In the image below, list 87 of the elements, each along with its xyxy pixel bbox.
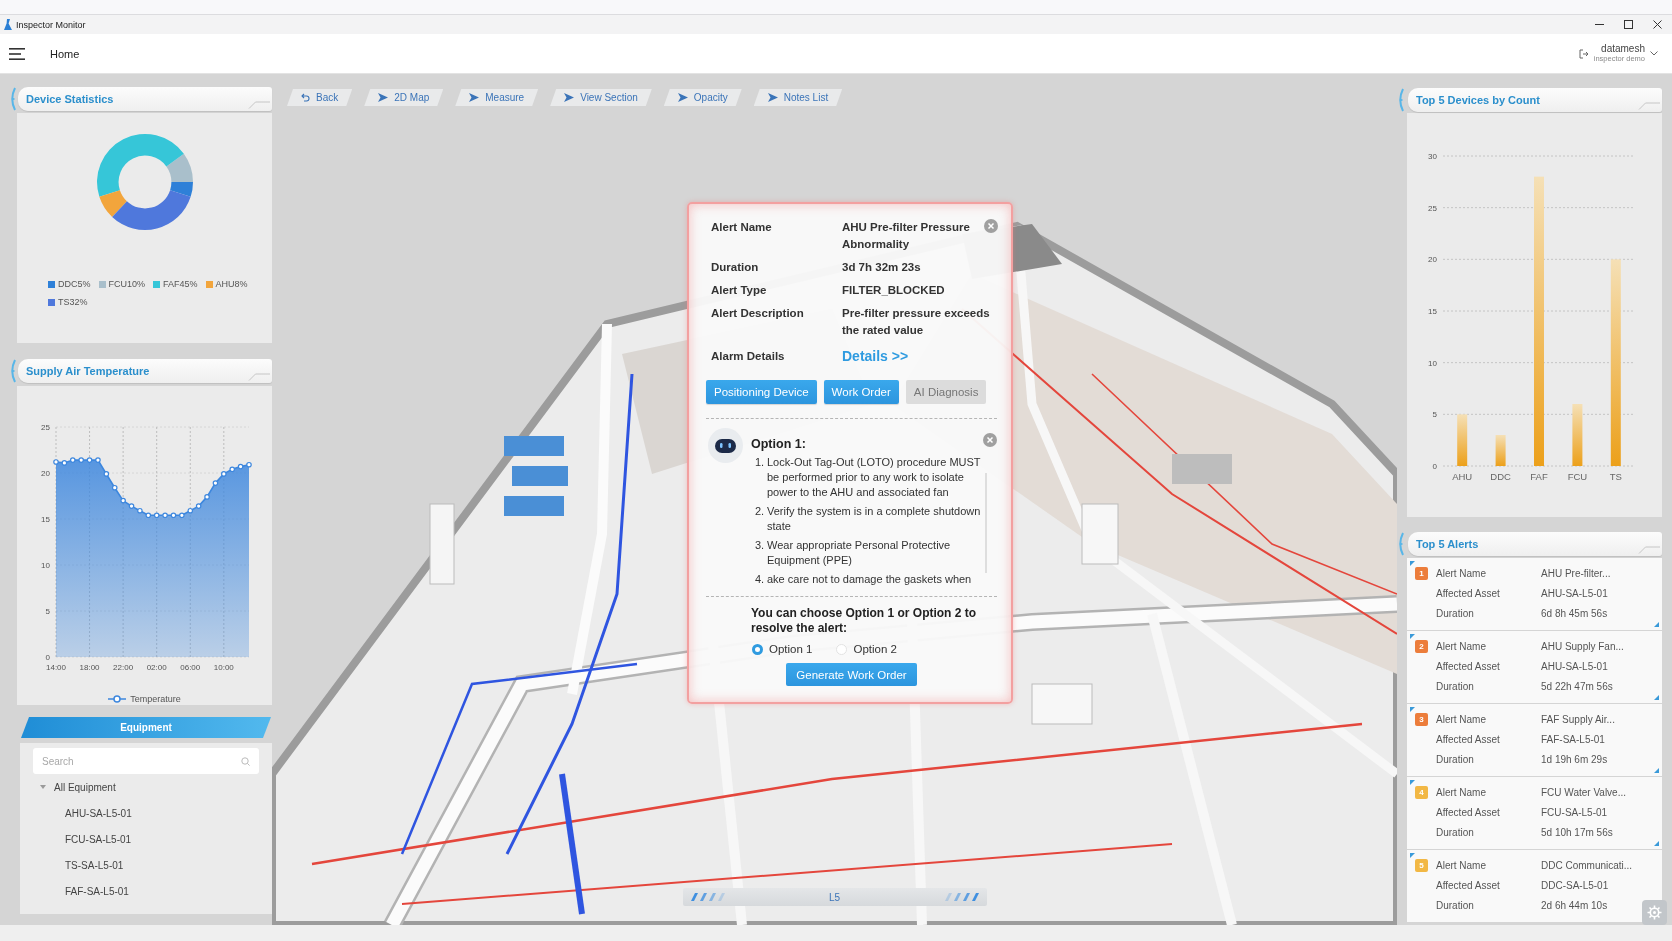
field-label: Duration bbox=[1436, 826, 1475, 838]
legend-label: Temperature bbox=[130, 693, 181, 705]
rank-badge: 4 bbox=[1415, 785, 1428, 799]
axis-label: 25 bbox=[41, 423, 50, 432]
field-label: Alert Description bbox=[711, 306, 805, 321]
panel-title: Device Statistics bbox=[26, 93, 114, 105]
field-value: 2d 6h 44m 10s bbox=[1541, 899, 1608, 911]
page-title: Home bbox=[50, 47, 80, 60]
rank-badge: 1 bbox=[1415, 566, 1428, 580]
axis-label: FCU bbox=[1567, 471, 1588, 482]
field-value: FCU-SA-L5-01 bbox=[1541, 806, 1608, 818]
panel-title: Top 5 Alerts bbox=[1416, 538, 1479, 550]
field-label: Alert Name bbox=[1436, 713, 1487, 725]
axis-label: 5 bbox=[1432, 410, 1437, 420]
field-label: Affected Asset bbox=[1436, 806, 1501, 818]
axis-label: 25 bbox=[1428, 203, 1437, 213]
field-label: Duration bbox=[1436, 680, 1475, 692]
rank-badge: 5 bbox=[1415, 858, 1428, 872]
axis-label: 0 bbox=[1432, 462, 1437, 471]
option-title: Option 1: bbox=[751, 436, 807, 453]
legend-label: AHU8% bbox=[215, 278, 248, 290]
panel-title: Supply Air Temperature bbox=[26, 365, 150, 377]
field-value: Pre-filter pressure exceeds the rated value bbox=[842, 306, 991, 338]
axis-label: 0 bbox=[45, 653, 50, 662]
step-item: 4. ake care not to damage the gaskets when bbox=[754, 572, 973, 587]
axis-label: 15 bbox=[41, 515, 50, 524]
field-value: DDC-SA-L5-01 bbox=[1541, 879, 1609, 891]
axis-label: AHU bbox=[1452, 471, 1473, 482]
axis-label: 20 bbox=[41, 469, 50, 478]
axis-label: 14:00 bbox=[46, 663, 66, 672]
field-value: 6d 8h 45m 56s bbox=[1541, 607, 1608, 619]
field-label: Duration bbox=[1436, 607, 1475, 619]
axis-label: 18:00 bbox=[79, 663, 100, 672]
field-label: Duration bbox=[711, 260, 760, 275]
rank-badge: 2 bbox=[1415, 639, 1428, 653]
field-label: Alert Type bbox=[711, 283, 768, 298]
axis-label: 15 bbox=[1428, 307, 1437, 316]
axis-label: 10:00 bbox=[213, 663, 234, 672]
field-value: FCU Water Valve... bbox=[1541, 786, 1626, 798]
field-label: Alert Name bbox=[1436, 640, 1487, 652]
field-value: AHU Supply Fan... bbox=[1541, 640, 1624, 652]
axis-label: 10 bbox=[41, 561, 50, 570]
field-label: Alert Name bbox=[1436, 567, 1487, 579]
step-item: 2. Verify the system is in a complete shutdown state bbox=[754, 504, 982, 534]
axis-label: 30 bbox=[1428, 152, 1437, 161]
axis-label: FAF bbox=[1530, 471, 1548, 482]
axis-label: 06:00 bbox=[180, 663, 201, 672]
field-label: Duration bbox=[1436, 899, 1475, 911]
rank-badge: 3 bbox=[1415, 712, 1428, 726]
field-label: Affected Asset bbox=[1436, 733, 1501, 745]
field-label: Alert Name bbox=[1436, 859, 1487, 871]
window-title: Inspector Monitor bbox=[16, 19, 86, 30]
prompt-text: You can choose Option 1 or Option 2 to resolve the alert: bbox=[750, 606, 978, 636]
legend-label: FAF45% bbox=[163, 278, 198, 290]
field-value: DDC Communicati... bbox=[1541, 859, 1633, 871]
axis-label: DDC bbox=[1490, 471, 1511, 482]
field-label: Alert Name bbox=[1436, 786, 1487, 798]
field-value: FAF Supply Air... bbox=[1541, 713, 1615, 725]
axis-label: TS bbox=[1609, 471, 1622, 482]
axis-label: 20 bbox=[1428, 255, 1437, 265]
field-label: Duration bbox=[1436, 753, 1475, 765]
step-item: 3. Wear appropriate Personal Protective Equipment (PPE) bbox=[754, 538, 952, 568]
field-value: 1d 19h 6m 29s bbox=[1541, 753, 1608, 765]
panel-title: Top 5 Devices by Count bbox=[1416, 94, 1540, 106]
axis-label: 5 bbox=[45, 607, 50, 616]
step-item: 1. Lock-Out Tag-Out (LOTO) procedure MUST be performed prior to any work to isolate power to the AHU and associated fan bbox=[754, 455, 982, 500]
field-value: AHU-SA-L5-01 bbox=[1541, 587, 1608, 599]
field-label: Affected Asset bbox=[1436, 660, 1501, 672]
field-label: Affected Asset bbox=[1436, 587, 1501, 599]
legend-label: DDC5% bbox=[58, 278, 91, 290]
field-value: AHU Pre-filter... bbox=[1541, 567, 1611, 579]
user-name: datamesh bbox=[1601, 44, 1645, 55]
axis-label: 10 bbox=[1428, 358, 1437, 368]
field-value: 5d 10h 17m 56s bbox=[1541, 826, 1613, 838]
field-value: 3d 7h 32m 23s bbox=[842, 260, 922, 275]
legend-label: FCU10% bbox=[108, 278, 146, 290]
axis-label: 22:00 bbox=[113, 663, 134, 672]
field-value: 5d 22h 47m 56s bbox=[1541, 680, 1613, 692]
field-label: Alarm Details bbox=[711, 348, 786, 364]
field-value: AHU Pre-filter Pressure Abnormality bbox=[842, 220, 971, 252]
legend-label: TS32% bbox=[58, 296, 88, 308]
field-value: FILTER_BLOCKED bbox=[842, 283, 946, 298]
field-value: AHU-SA-L5-01 bbox=[1541, 660, 1608, 672]
field-value: FAF-SA-L5-01 bbox=[1541, 733, 1605, 745]
axis-label: 02:00 bbox=[146, 663, 167, 672]
field-label: Affected Asset bbox=[1436, 879, 1501, 891]
field-label: Alert Name bbox=[711, 220, 773, 235]
